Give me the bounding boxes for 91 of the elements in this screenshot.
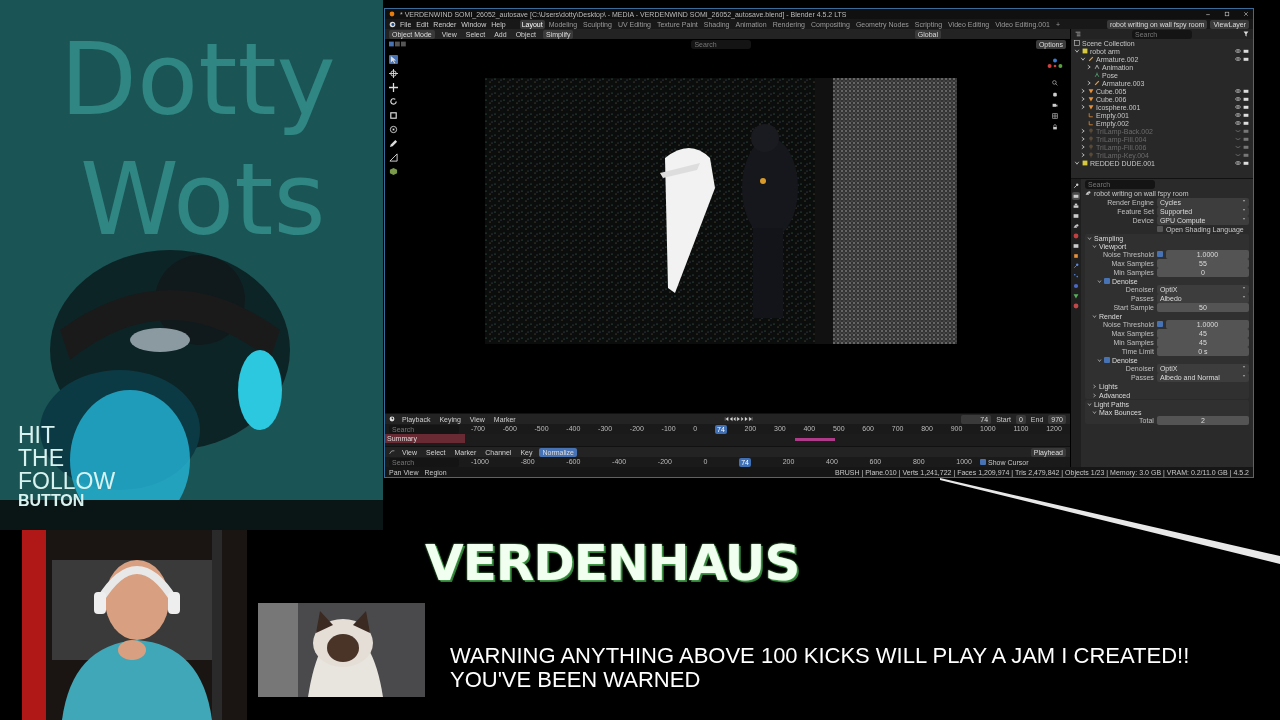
properties-tab[interactable] xyxy=(1072,262,1080,270)
chevron-icon[interactable] xyxy=(1074,48,1080,54)
wrench-icon xyxy=(1073,183,1079,189)
move-icon[interactable] xyxy=(389,83,398,92)
light-icon xyxy=(1088,144,1094,150)
eye-icon[interactable] xyxy=(1235,88,1241,94)
globe-icon xyxy=(1073,233,1079,239)
properties-tab[interactable] xyxy=(1072,242,1080,250)
chevron-icon[interactable] xyxy=(1086,64,1092,70)
action-icon xyxy=(1094,64,1100,70)
properties-tab[interactable] xyxy=(1072,202,1080,210)
armature-icon xyxy=(1094,80,1100,86)
checkbox[interactable] xyxy=(980,459,986,465)
chevron-icon[interactable] xyxy=(1092,409,1097,415)
chevron-icon[interactable] xyxy=(1080,88,1086,94)
dots-icon xyxy=(1073,273,1079,279)
rotate-icon[interactable] xyxy=(389,97,398,106)
chevron-icon[interactable] xyxy=(1092,313,1097,319)
ruler-icon[interactable] xyxy=(389,153,398,162)
chevron-icon[interactable] xyxy=(1086,80,1092,86)
lock-icon[interactable] xyxy=(1052,124,1058,130)
chevron-icon[interactable] xyxy=(1080,96,1086,102)
checkbox[interactable] xyxy=(1156,321,1163,327)
graph-editor-icon[interactable] xyxy=(389,449,395,455)
checkbox[interactable] xyxy=(1104,357,1110,363)
camera-icon xyxy=(1073,193,1079,199)
axes-icon xyxy=(1088,112,1094,118)
eye-icon[interactable] xyxy=(1235,112,1241,118)
properties-tab[interactable] xyxy=(1072,192,1080,200)
properties-tab[interactable] xyxy=(1072,222,1080,230)
pose-icon xyxy=(1094,72,1100,78)
eye-icon[interactable] xyxy=(1235,48,1241,54)
properties-tab[interactable] xyxy=(1072,212,1080,220)
chevron-icon[interactable] xyxy=(1092,383,1097,389)
chevron-icon[interactable] xyxy=(1097,357,1102,363)
minimize-icon[interactable] xyxy=(1205,11,1211,17)
keyframe-range-bar xyxy=(795,438,835,441)
cube-icon[interactable] xyxy=(389,167,398,176)
eye-icon[interactable] xyxy=(1235,104,1241,110)
armature-icon xyxy=(1088,56,1094,62)
axes-icon xyxy=(1088,120,1094,126)
eye-icon[interactable] xyxy=(1235,160,1241,166)
chevron-icon[interactable] xyxy=(1074,160,1080,166)
warning-text: WARNING ANYTHING ABOVE 100 KICKS WILL PLAY A JAM I CREATED!! xyxy=(450,644,1190,669)
chevron-icon[interactable] xyxy=(1080,136,1086,142)
scale-icon[interactable] xyxy=(389,111,398,120)
chevron-icon[interactable] xyxy=(1080,128,1086,134)
cursor-icon[interactable] xyxy=(389,55,398,64)
scene-icon xyxy=(1085,190,1091,196)
chevron-icon[interactable] xyxy=(1080,104,1086,110)
image-icon xyxy=(1073,213,1079,219)
triangle-icon xyxy=(1073,293,1079,299)
transform-icon[interactable] xyxy=(389,125,398,134)
close-icon[interactable] xyxy=(1243,11,1249,17)
maximize-icon[interactable] xyxy=(1224,11,1230,17)
properties-tab[interactable] xyxy=(1072,252,1080,260)
chevron-icon[interactable] xyxy=(1080,56,1086,62)
chevron-icon[interactable] xyxy=(1092,243,1097,249)
clock-icon[interactable] xyxy=(389,416,395,422)
properties-tab[interactable] xyxy=(1072,182,1080,190)
chevron-icon[interactable] xyxy=(1087,235,1092,241)
printer-icon xyxy=(1073,203,1079,209)
eye-icon[interactable] xyxy=(1235,96,1241,102)
box-icon xyxy=(1073,243,1079,249)
chevron-icon[interactable] xyxy=(1097,278,1102,284)
filter-icon[interactable] xyxy=(1243,31,1249,37)
checkbox[interactable] xyxy=(1156,251,1163,257)
logo-text: VERDENHAUS xyxy=(425,533,800,594)
light-icon xyxy=(1088,152,1094,158)
eye-icon[interactable] xyxy=(1235,120,1241,126)
chevron-icon[interactable] xyxy=(1087,401,1092,407)
zoom-icon[interactable] xyxy=(1052,80,1058,86)
checkbox[interactable] xyxy=(1104,278,1110,284)
grid-icon[interactable] xyxy=(1052,113,1058,119)
pencil-icon[interactable] xyxy=(389,139,398,148)
warning-text: YOU'VE BEEN WARNED xyxy=(450,668,701,693)
chevron-icon[interactable] xyxy=(1080,144,1086,150)
light-icon xyxy=(1088,136,1094,142)
scene-icon xyxy=(1073,223,1079,229)
crosshair-icon[interactable] xyxy=(389,69,398,78)
chevron-icon[interactable] xyxy=(1092,392,1097,398)
camera-icon[interactable] xyxy=(1052,102,1058,108)
outliner-icon[interactable] xyxy=(1075,31,1081,37)
properties-tab[interactable] xyxy=(1072,292,1080,300)
collection-icon xyxy=(1082,160,1088,166)
wrench-icon xyxy=(1073,263,1079,269)
light-icon xyxy=(1088,128,1094,134)
chevron-icon[interactable] xyxy=(1080,152,1086,158)
eye-icon[interactable] xyxy=(1235,56,1241,62)
sphere-icon xyxy=(1073,303,1079,309)
checkbox[interactable] xyxy=(1156,226,1163,232)
